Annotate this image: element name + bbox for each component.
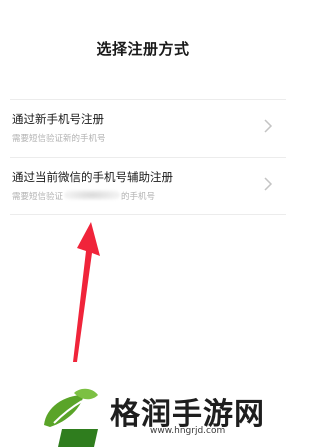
- page-title: 选择注册方式: [96, 40, 190, 58]
- option-subtitle: 需要短信验证 的手机号: [12, 190, 155, 202]
- chevron-right-icon: [264, 119, 273, 133]
- option-title: 通过新手机号注册: [12, 112, 104, 126]
- subtitle-suffix: 的手机号: [121, 192, 156, 202]
- register-with-new-phone-option[interactable]: 通过新手机号注册 需要短信验证新的手机号: [0, 100, 286, 156]
- red-arrow-annotation: [73, 222, 100, 362]
- watermark: 格润手游网 www.hngrjd.com: [40, 385, 286, 447]
- leaf-logo-icon: [44, 388, 98, 447]
- subtitle-prefix: 需要短信验证: [12, 192, 64, 202]
- option-subtitle: 需要短信验证新的手机号: [12, 134, 106, 144]
- watermark-url: www.hngrjd.com: [150, 426, 226, 436]
- option-title: 通过当前微信的手机号辅助注册: [12, 170, 173, 184]
- register-with-current-wechat-phone-option[interactable]: 通过当前微信的手机号辅助注册 需要短信验证 的手机号: [0, 158, 286, 214]
- blurred-phone-number: [64, 190, 121, 200]
- divider: [10, 214, 286, 215]
- chevron-right-icon: [264, 177, 273, 191]
